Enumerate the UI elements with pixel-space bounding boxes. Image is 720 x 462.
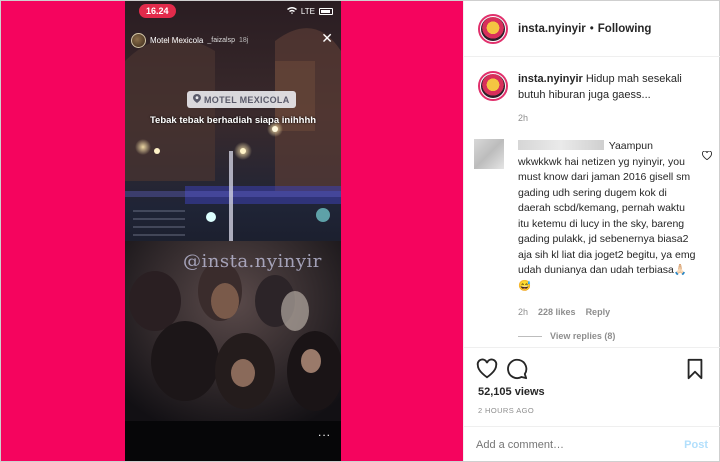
story-screenshot[interactable]: 16.24 LTE Motel Mexicola _faizalsp 18j ✕…	[125, 1, 341, 461]
story-secondary-user: _faizalsp	[207, 37, 235, 44]
header-avatar[interactable]	[478, 13, 508, 44]
action-icons	[476, 358, 708, 380]
comment-input[interactable]	[476, 438, 656, 451]
like-comment-icon[interactable]	[702, 150, 712, 162]
view-replies[interactable]: View replies (8)	[518, 331, 615, 341]
phone-status-bar: 16.24 LTE	[125, 1, 341, 21]
close-icon[interactable]: ✕	[321, 31, 333, 45]
caption-username[interactable]: insta.nyinyir	[518, 73, 583, 85]
commenter-username-blurred[interactable]	[518, 140, 604, 150]
wifi-icon	[286, 6, 297, 16]
caption-body: insta.nyinyir Hidup mah sesekali butuh h…	[518, 71, 710, 103]
avatar-image	[481, 16, 505, 41]
following-button[interactable]: Following	[598, 23, 652, 35]
status-time: 16.24	[139, 4, 176, 18]
network-label: LTE	[300, 6, 315, 16]
story-age: 18j	[239, 37, 249, 44]
post-panel: insta.nyinyir • Following insta.nyinyir …	[463, 1, 720, 461]
more-options-icon[interactable]: ...	[318, 425, 331, 439]
comment-meta: 2h 228 likes Reply	[518, 307, 610, 317]
post-caption: insta.nyinyir Hidup mah sesekali butuh h…	[478, 71, 710, 103]
bookmark-icon[interactable]	[684, 358, 706, 380]
replies-divider	[518, 335, 542, 337]
commenter-avatar-blurred[interactable]	[474, 139, 504, 169]
location-pin-icon	[193, 94, 201, 105]
post-button[interactable]: Post	[684, 439, 708, 451]
view-replies-label[interactable]: View replies (8)	[550, 331, 615, 341]
comment-body: Yaampun wkwkkwk hai netizen yg nyinyir, …	[518, 139, 696, 294]
post-actions: 52,105 views 2 HOURS AGO Post	[464, 347, 720, 461]
header-separator: •	[589, 22, 594, 35]
location-sticker: MOTEL MEXICOLA	[187, 91, 296, 108]
comment-composer: Post	[464, 426, 720, 462]
avatar-image	[481, 74, 505, 98]
location-label: MOTEL MEXICOLA	[204, 94, 290, 105]
watermark: @insta.nyinyir	[183, 251, 322, 272]
heart-icon[interactable]	[476, 358, 498, 380]
story-caption: Tebak tebak berhadiah siapa inihhhh	[149, 115, 317, 126]
caption-time[interactable]: 2h	[518, 113, 528, 123]
reply-button[interactable]: Reply	[586, 307, 611, 317]
comment-icon[interactable]	[506, 358, 528, 380]
caption-avatar[interactable]	[478, 71, 508, 101]
story-username: Motel Mexicola	[150, 36, 204, 45]
comment-time[interactable]: 2h	[518, 307, 528, 317]
header-username[interactable]: insta.nyinyir	[518, 23, 586, 35]
story-avatar	[131, 33, 146, 48]
status-icons: LTE	[286, 6, 333, 16]
comment-likes[interactable]: 228 likes	[538, 307, 576, 317]
comment-text: Yaampun wkwkkwk hai netizen yg nyinyir, …	[518, 140, 696, 292]
club-scene-image	[125, 1, 341, 461]
view-count[interactable]: 52,105 views	[478, 386, 545, 398]
battery-icon	[319, 7, 333, 15]
media-pane: 16.24 LTE Motel Mexicola _faizalsp 18j ✕…	[1, 1, 463, 461]
post-timestamp[interactable]: 2 HOURS AGO	[478, 406, 534, 415]
story-header: Motel Mexicola _faizalsp 18j ✕	[131, 31, 335, 48]
post-header: insta.nyinyir • Following	[464, 1, 720, 57]
